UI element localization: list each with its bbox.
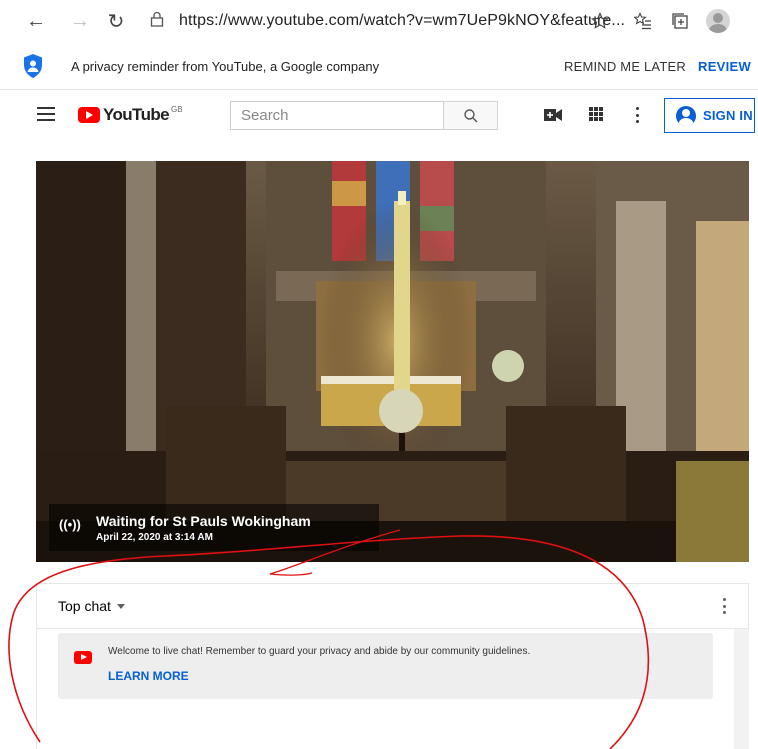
refresh-icon[interactable]: ↻ xyxy=(104,9,128,33)
live-info-overlay: ((•)) Waiting for St Pauls Wokingham Apr… xyxy=(49,504,379,551)
video-player[interactable]: ((•)) Waiting for St Pauls Wokingham Apr… xyxy=(36,161,749,562)
lock-icon[interactable] xyxy=(150,11,164,27)
youtube-logo[interactable]: YouTube GB xyxy=(78,105,183,125)
search-button[interactable] xyxy=(443,101,498,130)
sign-in-button[interactable]: SIGN IN xyxy=(664,98,755,133)
favorites-icon[interactable] xyxy=(634,12,652,30)
youtube-play-icon xyxy=(74,651,92,664)
remind-me-later-button[interactable]: REMIND ME LATER xyxy=(564,59,686,74)
account-icon xyxy=(676,105,696,126)
region-code: GB xyxy=(171,104,183,114)
welcome-text: Welcome to live chat! Remember to guard … xyxy=(108,646,531,657)
chat-more-icon[interactable] xyxy=(723,598,727,614)
favorite-star-icon[interactable] xyxy=(591,12,609,30)
learn-more-link[interactable]: LEARN MORE xyxy=(108,669,189,683)
chat-header: Top chat xyxy=(37,584,748,629)
live-chat-panel: Top chat Welcome to live chat! Remember … xyxy=(36,583,749,749)
browser-toolbar: ← → ↻ https://www.youtube.com/watch?v=wm… xyxy=(0,0,758,42)
apps-grid-icon[interactable] xyxy=(589,107,603,121)
youtube-masthead: YouTube GB Search SIGN IN xyxy=(0,90,758,140)
top-chat-label: Top chat xyxy=(58,598,111,614)
live-broadcast-icon: ((•)) xyxy=(59,517,81,532)
search-icon xyxy=(463,108,478,123)
youtube-wordmark: YouTube xyxy=(103,105,170,124)
chat-scrollbar[interactable] xyxy=(734,629,749,749)
review-button[interactable]: REVIEW xyxy=(698,59,751,74)
privacy-reminder-bar: A privacy reminder from YouTube, a Googl… xyxy=(0,42,758,90)
menu-icon[interactable] xyxy=(37,107,55,121)
top-chat-dropdown[interactable]: Top chat xyxy=(58,598,125,614)
video-thumbnail xyxy=(36,161,749,562)
profile-icon[interactable] xyxy=(706,9,730,33)
video-title[interactable]: Waiting for St Pauls Wokingham xyxy=(96,513,311,529)
collections-icon[interactable] xyxy=(671,12,689,30)
address-bar[interactable]: https://www.youtube.com/watch?v=wm7UeP9k… xyxy=(179,12,625,30)
scheduled-date: April 22, 2020 at 3:14 AM xyxy=(96,532,213,543)
settings-more-icon[interactable] xyxy=(636,107,640,123)
youtube-play-icon xyxy=(78,107,100,123)
create-video-icon[interactable] xyxy=(544,109,562,121)
search-input[interactable]: Search xyxy=(230,101,443,130)
privacy-message: A privacy reminder from YouTube, a Googl… xyxy=(71,59,380,74)
back-arrow-icon[interactable]: ← xyxy=(24,9,48,33)
sign-in-label: SIGN IN xyxy=(703,108,753,123)
chat-welcome-message: Welcome to live chat! Remember to guard … xyxy=(58,633,713,699)
shield-icon xyxy=(24,54,42,78)
caret-down-icon xyxy=(116,604,125,609)
forward-arrow-icon[interactable]: → xyxy=(68,9,92,33)
